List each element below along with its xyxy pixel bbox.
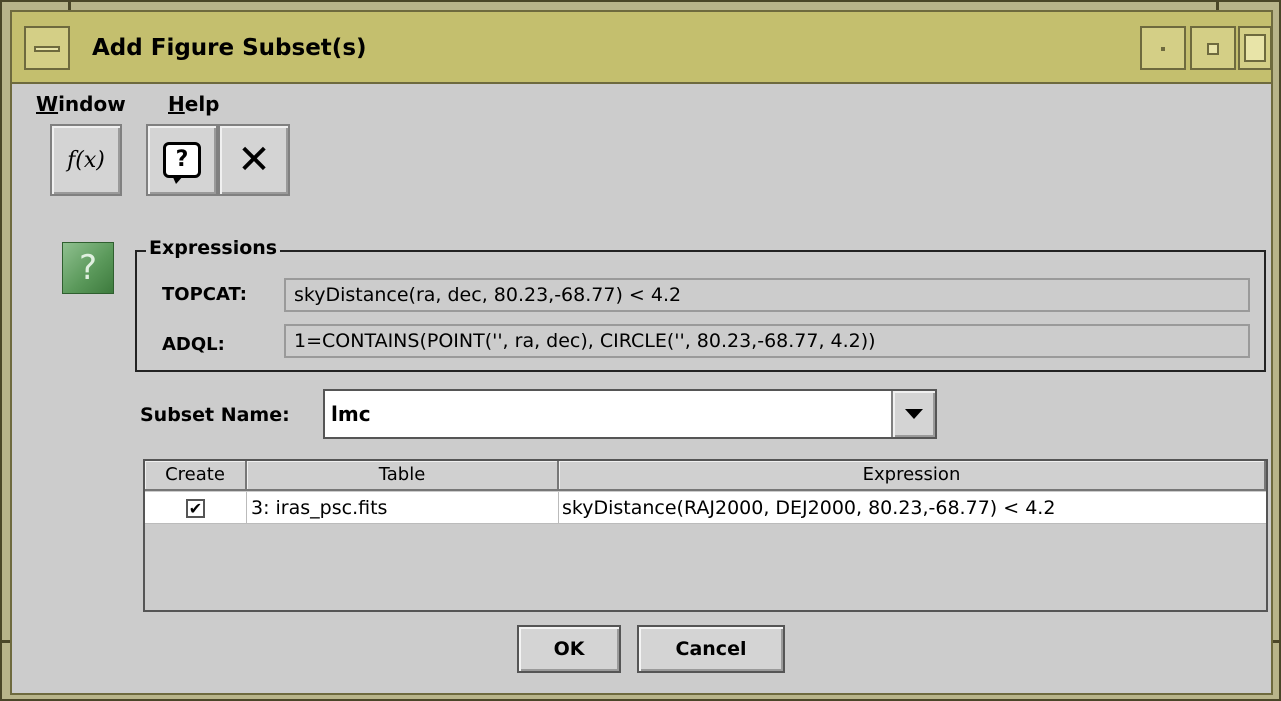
adql-label: ADQL: <box>162 334 225 355</box>
table-name-cell: 3: iras_psc.fits <box>247 492 559 524</box>
close-button[interactable]: ✕ <box>218 124 290 196</box>
title-bar[interactable]: Add Figure Subset(s) <box>12 12 1272 84</box>
column-header-create[interactable]: Create <box>145 461 247 491</box>
dialog-content: Window Help f(x) ? ✕ ? Expressions TOPCA… <box>12 84 1271 693</box>
column-header-expression[interactable]: Expression <box>559 461 1266 491</box>
minimize-icon <box>1161 47 1165 51</box>
column-header-table[interactable]: Table <box>247 461 559 491</box>
subset-name-input[interactable]: lmc <box>331 391 371 437</box>
table-row[interactable]: ✔ 3: iras_psc.fits skyDistance(RAJ2000, … <box>145 492 1266 524</box>
menu-window[interactable]: Window <box>36 90 126 118</box>
chevron-down-icon <box>905 409 923 419</box>
cancel-button[interactable]: Cancel <box>637 625 785 673</box>
window-body: Add Figure Subset(s) Window Help f(x) ? … <box>10 10 1273 695</box>
window-frame: Add Figure Subset(s) Window Help f(x) ? … <box>0 0 1281 701</box>
maximize-button[interactable] <box>1190 26 1236 70</box>
help-icon: ? <box>163 142 201 184</box>
expression-help-icon: ? <box>62 242 114 294</box>
window-menu-icon <box>34 46 60 52</box>
function-icon: f(x) <box>67 147 105 173</box>
subset-table: Create Table Expression ✔ 3: iras_psc.fi… <box>143 459 1268 612</box>
minimize-button[interactable] <box>1140 26 1186 70</box>
window-title: Add Figure Subset(s) <box>92 35 367 61</box>
topcat-label: TOPCAT: <box>162 284 248 305</box>
subset-name-combo[interactable]: lmc <box>323 389 937 439</box>
maximize-icon <box>1207 43 1219 55</box>
subset-dropdown-button[interactable] <box>891 391 935 437</box>
topcat-expression-field[interactable]: skyDistance(ra, dec, 80.23,-68.77) < 4.2 <box>284 278 1250 312</box>
ok-button[interactable]: OK <box>517 625 621 673</box>
create-checkbox[interactable]: ✔ <box>186 499 205 518</box>
window-close-icon <box>1244 34 1266 62</box>
table-header: Create Table Expression <box>145 461 1266 491</box>
expressions-title: Expressions <box>146 234 281 262</box>
expression-cell[interactable]: skyDistance(RAJ2000, DEJ2000, 80.23,-68.… <box>559 492 1266 524</box>
subset-name-label: Subset Name: <box>140 404 290 426</box>
help-button[interactable]: ? <box>146 124 218 196</box>
window-menu-button[interactable] <box>24 26 70 70</box>
create-cell: ✔ <box>145 492 247 524</box>
function-button[interactable]: f(x) <box>50 124 122 196</box>
close-icon: ✕ <box>237 137 271 183</box>
window-close-button[interactable] <box>1238 26 1272 70</box>
menu-help[interactable]: Help <box>168 90 220 118</box>
adql-expression-field[interactable]: 1=CONTAINS(POINT('', ra, dec), CIRCLE(''… <box>284 324 1250 358</box>
